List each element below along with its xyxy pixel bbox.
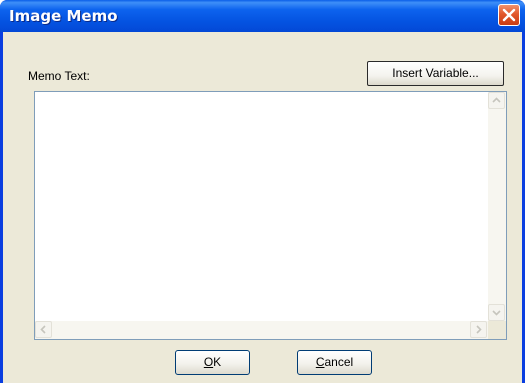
dialog-client-area: Memo Text: Insert Variable... OK Cancel — [3, 32, 522, 383]
memo-text-label: Memo Text: — [28, 69, 90, 83]
arrow-up-icon — [492, 97, 501, 103]
cancel-button[interactable]: Cancel — [297, 350, 372, 375]
close-button[interactable] — [498, 4, 520, 26]
arrow-left-icon — [40, 325, 46, 334]
window-title: Image Memo — [9, 7, 118, 25]
scroll-down-button[interactable] — [488, 304, 505, 321]
arrow-down-icon — [492, 310, 501, 316]
ok-label-rest: K — [213, 355, 222, 369]
memo-textarea[interactable] — [35, 92, 488, 321]
insert-variable-button[interactable]: Insert Variable... — [367, 61, 504, 86]
horizontal-scrollbar[interactable] — [35, 321, 488, 339]
scroll-right-button[interactable] — [470, 321, 487, 338]
image-memo-dialog: Image Memo Memo Text: Insert Variable... — [0, 0, 525, 383]
close-icon — [502, 8, 516, 22]
title-bar[interactable]: Image Memo — [0, 0, 525, 32]
arrow-right-icon — [476, 325, 482, 334]
scroll-left-button[interactable] — [35, 321, 52, 338]
ok-accelerator: O — [203, 355, 214, 369]
cancel-label-rest: ancel — [324, 355, 354, 369]
memo-text-field — [34, 91, 507, 340]
ok-button[interactable]: OK — [175, 350, 250, 375]
vertical-scrollbar[interactable] — [488, 92, 506, 321]
scrollbar-corner — [488, 321, 506, 339]
scroll-up-button[interactable] — [488, 92, 505, 109]
